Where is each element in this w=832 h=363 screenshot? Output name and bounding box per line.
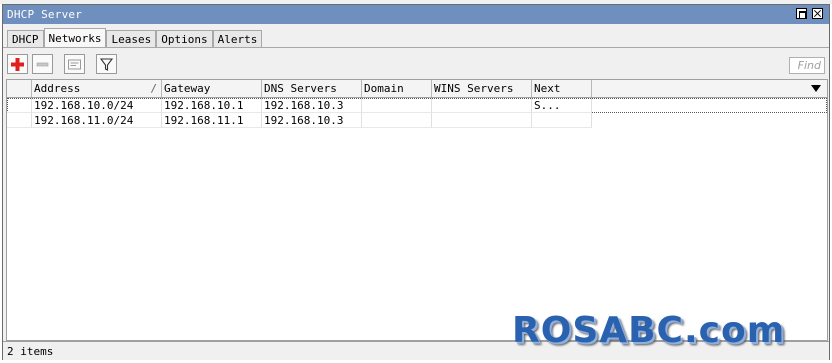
tab-divider (3, 47, 829, 48)
networks-table: Address / Gateway DNS Servers Domain WIN… (6, 79, 828, 341)
column-header-domain[interactable]: Domain (362, 80, 432, 97)
dns-servers-cell: 192.168.10.3 (262, 113, 362, 128)
dhcp-server-window: DHCP Server DHCP Networks Leases Options… (2, 4, 830, 360)
column-header-gateway[interactable]: Gateway (162, 80, 262, 97)
table-row[interactable]: 192.168.11.0/24 192.168.11.1 192.168.10.… (7, 113, 827, 128)
tab-networks[interactable]: Networks (43, 28, 107, 48)
remove-button[interactable] (32, 54, 53, 74)
close-button[interactable] (812, 8, 823, 19)
toolbar: Find (3, 49, 829, 77)
domain-cell (362, 113, 432, 128)
tab-options[interactable]: Options (156, 30, 213, 48)
sort-indicator: / (150, 82, 157, 95)
tab-alerts[interactable]: Alerts (212, 30, 263, 48)
item-count: 2 items (7, 345, 54, 358)
title-bar[interactable]: DHCP Server (3, 5, 829, 24)
maximize-button[interactable] (796, 8, 807, 19)
next-server-cell (532, 113, 592, 128)
tab-dhcp[interactable]: DHCP (7, 30, 44, 48)
column-header-address[interactable]: Address / (32, 80, 162, 97)
gateway-cell: 192.168.11.1 (162, 113, 262, 128)
watermark-logo: ROSABC.com (512, 310, 786, 351)
gateway-cell: 192.168.10.1 (162, 98, 262, 113)
address-cell: 192.168.10.0/24 (32, 98, 162, 113)
column-header-wins-servers[interactable]: WINS Servers (432, 80, 532, 97)
find-input[interactable]: Find (789, 57, 825, 74)
column-dropdown-icon[interactable] (811, 85, 821, 92)
next-server-cell (532, 98, 592, 113)
table-header: Address / Gateway DNS Servers Domain WIN… (7, 80, 827, 112)
wins-servers-cell (432, 113, 532, 128)
table-row[interactable]: 192.168.10.0/24 192.168.10.1 192.168.10.… (7, 98, 827, 113)
column-header-next-server[interactable]: Next S... (532, 80, 592, 112)
filter-button[interactable] (96, 54, 117, 74)
comment-button[interactable] (64, 54, 85, 74)
address-cell: 192.168.11.0/24 (32, 113, 162, 128)
header-label: Address (34, 82, 81, 95)
column-header-blank (7, 80, 32, 97)
note-icon (68, 59, 81, 70)
domain-cell (362, 98, 432, 113)
wins-servers-cell (432, 98, 532, 113)
row-marker (7, 98, 32, 113)
plus-icon (11, 58, 24, 71)
add-button[interactable] (7, 54, 28, 74)
tab-leases[interactable]: Leases (106, 30, 157, 48)
minus-icon (36, 62, 49, 67)
column-header-dns-servers[interactable]: DNS Servers (262, 80, 362, 97)
window-title: DHCP Server (7, 8, 83, 21)
tab-bar: DHCP Networks Leases Options Alerts (7, 28, 263, 48)
row-marker (7, 113, 32, 128)
dns-servers-cell: 192.168.10.3 (262, 98, 362, 113)
funnel-icon (99, 58, 114, 71)
